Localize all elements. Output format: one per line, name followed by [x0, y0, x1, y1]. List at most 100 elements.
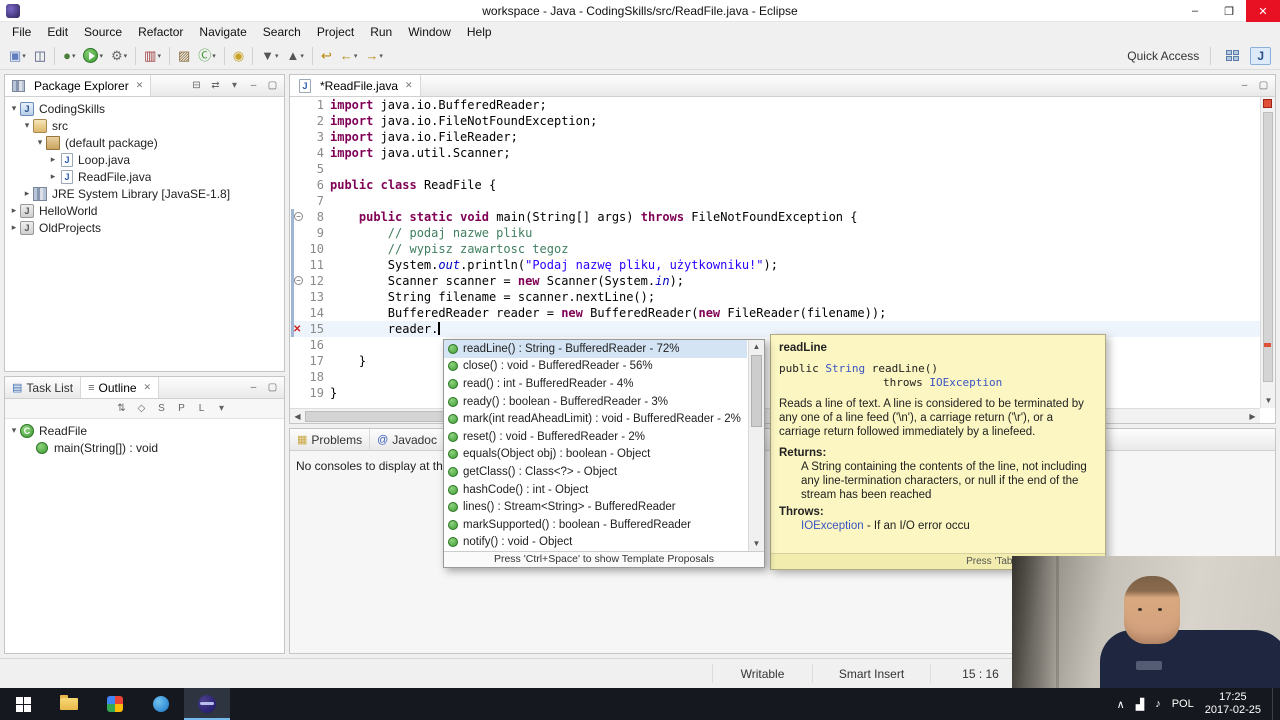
ioexception-link[interactable]: IOException [801, 520, 864, 532]
code-line[interactable]: 7 [290, 193, 1260, 209]
forward-button[interactable]: → ▾ [361, 45, 387, 67]
menu-refactor[interactable]: Refactor [130, 23, 191, 41]
search-button[interactable]: ◉ [229, 45, 248, 67]
hide-static-icon[interactable]: S [155, 403, 168, 414]
tab-readfile-java[interactable]: J *ReadFile.java ✕ [290, 75, 421, 96]
code-line[interactable]: 3 import java.io.FileReader; [290, 129, 1260, 145]
link-with-editor-icon[interactable]: ⇄ [209, 80, 222, 91]
close-view-icon[interactable]: ✕ [144, 382, 152, 393]
collapsed-arrow-icon[interactable]: ▸ [8, 222, 20, 233]
editor-vertical-scrollbar[interactable]: ▲ ▼ [1260, 97, 1275, 408]
menu-help[interactable]: Help [459, 23, 500, 41]
prev-annotation-button[interactable]: ▲ ▾ [283, 45, 308, 67]
code-line[interactable]: −12 Scanner scanner = new Scanner(System… [290, 273, 1260, 289]
tree-item[interactable]: ▾ J CodingSkills [5, 100, 284, 117]
save-button[interactable]: ◫ [30, 45, 50, 67]
taskbar-clock[interactable]: 17:25 2017-02-25 [1205, 691, 1261, 717]
new-java-project-button[interactable]: ▨ [174, 45, 194, 67]
completion-item[interactable]: close() : void - BufferedReader - 56% [444, 358, 747, 376]
eclipse-taskbar-icon[interactable] [184, 688, 230, 720]
expanded-arrow-icon[interactable]: ▾ [21, 120, 33, 131]
scroll-right-icon[interactable]: ▶ [1245, 409, 1260, 424]
tree-item[interactable]: ▸ JRE System Library [JavaSE-1.8] [5, 185, 284, 202]
code-line[interactable]: 11 System.out.println("Podaj nazwę pliku… [290, 257, 1260, 273]
menu-window[interactable]: Window [400, 23, 459, 41]
expanded-arrow-icon[interactable]: ▾ [8, 103, 20, 114]
string-type-link[interactable]: String [825, 362, 865, 375]
expanded-arrow-icon[interactable]: ▾ [34, 137, 46, 148]
view-menu-icon[interactable]: ▾ [228, 80, 241, 91]
code-line[interactable]: 13 String filename = scanner.nextLine(); [290, 289, 1260, 305]
menu-file[interactable]: File [4, 23, 39, 41]
minimize-view-icon[interactable]: – [247, 80, 260, 91]
hide-non-public-icon[interactable]: P [175, 403, 188, 414]
external-tools-button[interactable]: ⚙ ▾ [107, 45, 131, 67]
menu-run[interactable]: Run [362, 23, 400, 41]
back-button[interactable]: ← ▾ [336, 45, 362, 67]
java-perspective-button[interactable]: J [1250, 46, 1271, 65]
fold-marker-icon[interactable]: − [294, 276, 303, 285]
tree-item[interactable]: ▸ J HelloWorld [5, 202, 284, 219]
language-indicator[interactable]: POL [1172, 698, 1194, 710]
tree-item[interactable]: main(String[]) : void [5, 439, 284, 456]
open-perspective-button[interactable] [1222, 45, 1243, 67]
sort-icon[interactable]: ⇅ [115, 403, 128, 414]
maximize-view-icon[interactable]: ▢ [1257, 80, 1270, 91]
code-line[interactable]: 5 [290, 161, 1260, 177]
start-button[interactable] [0, 688, 46, 720]
scroll-down-icon[interactable]: ▼ [749, 537, 764, 551]
hide-fields-icon[interactable]: ◇ [135, 403, 148, 414]
maximize-view-icon[interactable]: ▢ [266, 382, 279, 393]
tree-item[interactable]: ▸ J OldProjects [5, 219, 284, 236]
ioexception-link[interactable]: IOException [929, 376, 1002, 389]
show-desktop-button[interactable] [1272, 688, 1278, 720]
tab-problems[interactable]: ▦ Problems [290, 429, 371, 450]
completion-item[interactable]: markSupported() : boolean - BufferedRead… [444, 516, 747, 534]
new-class-button[interactable]: Ⓒ ▾ [194, 45, 220, 67]
menu-edit[interactable]: Edit [39, 23, 76, 41]
minimize-view-icon[interactable]: – [1238, 80, 1251, 91]
file-explorer-taskbar-icon[interactable] [46, 688, 92, 720]
tree-item[interactable]: ▾ src [5, 117, 284, 134]
tree-item[interactable]: ▸ J Loop.java [5, 151, 284, 168]
close-editor-icon[interactable]: ✕ [405, 80, 413, 91]
code-line[interactable]: 1 import java.io.BufferedReader; [290, 97, 1260, 113]
collapsed-arrow-icon[interactable]: ▸ [21, 188, 33, 199]
last-edit-location-button[interactable]: ↩ [317, 45, 336, 67]
tab-outline[interactable]: ≡ Outline ✕ [81, 377, 160, 398]
tab-task-list[interactable]: ▤ Task List [5, 377, 82, 398]
browser-taskbar-icon[interactable] [92, 688, 138, 720]
network-icon[interactable]: ▟ [1136, 698, 1144, 711]
completion-item[interactable]: mark(int readAheadLimit) : void - Buffer… [444, 410, 747, 428]
tab-package-explorer[interactable]: Package Explorer ✕ [5, 75, 152, 96]
hide-local-types-icon[interactable]: L [195, 403, 208, 414]
completion-item[interactable]: getClass() : Class<?> - Object [444, 463, 747, 481]
minimize-window-button[interactable]: – [1178, 0, 1212, 22]
menu-navigate[interactable]: Navigate [191, 23, 254, 41]
tree-item[interactable]: ▸ J ReadFile.java [5, 168, 284, 185]
run-button[interactable]: ▾ [79, 45, 107, 67]
completion-item[interactable]: hashCode() : int - Object [444, 481, 747, 499]
view-menu-icon[interactable]: ▾ [215, 403, 228, 414]
new-wizard-button[interactable]: ▣ ▾ [5, 45, 30, 67]
completion-item[interactable]: lines() : Stream<String> - BufferedReade… [444, 498, 747, 516]
close-view-icon[interactable]: ✕ [136, 80, 144, 91]
completion-item[interactable]: reset() : void - BufferedReader - 2% [444, 428, 747, 446]
quick-access-button[interactable]: Quick Access [1127, 49, 1199, 63]
error-marker-icon[interactable]: ✕ [293, 322, 301, 338]
menu-search[interactable]: Search [255, 23, 309, 41]
scroll-up-icon[interactable]: ▲ [749, 340, 764, 354]
code-line[interactable]: 14 BufferedReader reader = new BufferedR… [290, 305, 1260, 321]
completion-scrollbar[interactable]: ▲ ▼ [748, 340, 764, 551]
code-line[interactable]: 9 // podaj nazwe pliku [290, 225, 1260, 241]
collapsed-arrow-icon[interactable]: ▸ [47, 154, 59, 165]
fold-marker-icon[interactable]: − [294, 212, 303, 221]
maximize-view-icon[interactable]: ▢ [266, 80, 279, 91]
expanded-arrow-icon[interactable]: ▾ [8, 425, 20, 436]
tab-javadoc[interactable]: @ Javadoc [370, 429, 445, 450]
coverage-button[interactable]: ▥ ▾ [140, 45, 165, 67]
collapsed-arrow-icon[interactable]: ▸ [8, 205, 20, 216]
maximize-window-button[interactable]: ❐ [1212, 0, 1246, 22]
collapse-all-icon[interactable]: ⊟ [190, 80, 203, 91]
tree-item[interactable]: ▾ C ReadFile [5, 422, 284, 439]
